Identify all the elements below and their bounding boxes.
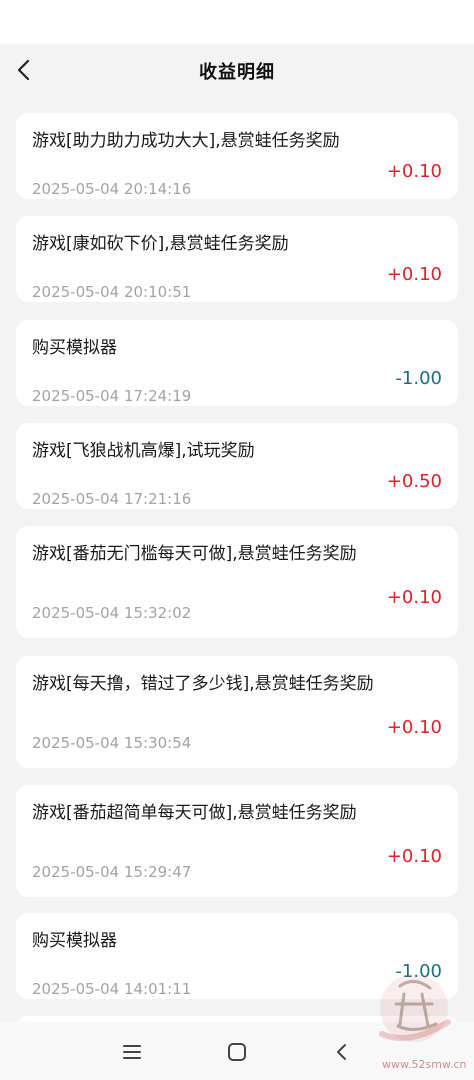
- record-amount: +0.50: [386, 471, 442, 492]
- record-time: 2025-05-04 20:14:16: [32, 180, 192, 198]
- record-title: 游戏[助力助力成功大大],悬赏蛙任务奖励: [32, 131, 340, 151]
- watermark-text: www.52smw.cn: [382, 1058, 467, 1071]
- record-time: 2025-05-04 17:21:16: [32, 490, 192, 508]
- record-amount: +0.10: [386, 587, 442, 608]
- nav-back-button[interactable]: [330, 1040, 354, 1064]
- record-title: 游戏[番茄超简单每天可做],悬赏蛙任务奖励: [32, 803, 357, 823]
- home-button[interactable]: [225, 1040, 249, 1064]
- page-title: 收益明细: [199, 62, 275, 83]
- record-card[interactable]: 游戏[番茄超简单每天可做],悬赏蛙任务奖励 2025-05-04 15:29:4…: [16, 785, 458, 897]
- record-amount: +0.10: [386, 717, 442, 738]
- record-time: 2025-05-04 20:10:51: [32, 283, 192, 301]
- record-time: 2025-05-04 15:29:47: [32, 863, 192, 881]
- watermark-logo: [370, 964, 454, 1048]
- status-bar: [0, 0, 474, 44]
- record-time: 2025-05-04 15:30:54: [32, 734, 192, 752]
- record-time: 2025-05-04 15:32:02: [32, 604, 192, 622]
- watermark-seal-icon: [379, 974, 451, 1042]
- record-title: 游戏[番茄无门槛每天可做],悬赏蛙任务奖励: [32, 544, 357, 564]
- back-triangle-icon: [337, 1044, 346, 1060]
- record-title: 购买模拟器: [32, 338, 117, 358]
- record-time: 2025-05-04 17:24:19: [32, 387, 192, 405]
- record-card[interactable]: 购买模拟器 2025-05-04 17:24:19 -1.00: [16, 320, 458, 406]
- record-card[interactable]: 游戏[助力助力成功大大],悬赏蛙任务奖励 2025-05-04 20:14:16…: [16, 113, 458, 199]
- record-card[interactable]: 游戏[番茄无门槛每天可做],悬赏蛙任务奖励 2025-05-04 15:32:0…: [16, 526, 458, 638]
- record-amount: +0.10: [386, 161, 442, 182]
- record-amount: +0.10: [386, 846, 442, 867]
- record-time: 2025-05-04 14:01:11: [32, 980, 192, 998]
- record-amount: -1.00: [395, 368, 442, 389]
- record-amount: +0.10: [386, 264, 442, 285]
- record-card[interactable]: 游戏[飞狼战机高爆],试玩奖励 2025-05-04 17:21:16 +0.5…: [16, 423, 458, 509]
- record-title: 游戏[飞狼战机高爆],试玩奖励: [32, 441, 255, 461]
- record-title: 游戏[康如砍下价],悬赏蛙任务奖励: [32, 234, 289, 254]
- menu-button[interactable]: [120, 1040, 144, 1064]
- header: 收益明细: [0, 44, 474, 98]
- record-title: 购买模拟器: [32, 931, 117, 951]
- record-card[interactable]: 游戏[每天撸，错过了多少钱],悬赏蛙任务奖励 2025-05-04 15:30:…: [16, 656, 458, 768]
- record-card[interactable]: 游戏[康如砍下价],悬赏蛙任务奖励 2025-05-04 20:10:51 +0…: [16, 216, 458, 302]
- home-square-icon: [228, 1043, 246, 1061]
- record-title: 游戏[每天撸，错过了多少钱],悬赏蛙任务奖励: [32, 674, 374, 694]
- menu-icon: [123, 1045, 141, 1059]
